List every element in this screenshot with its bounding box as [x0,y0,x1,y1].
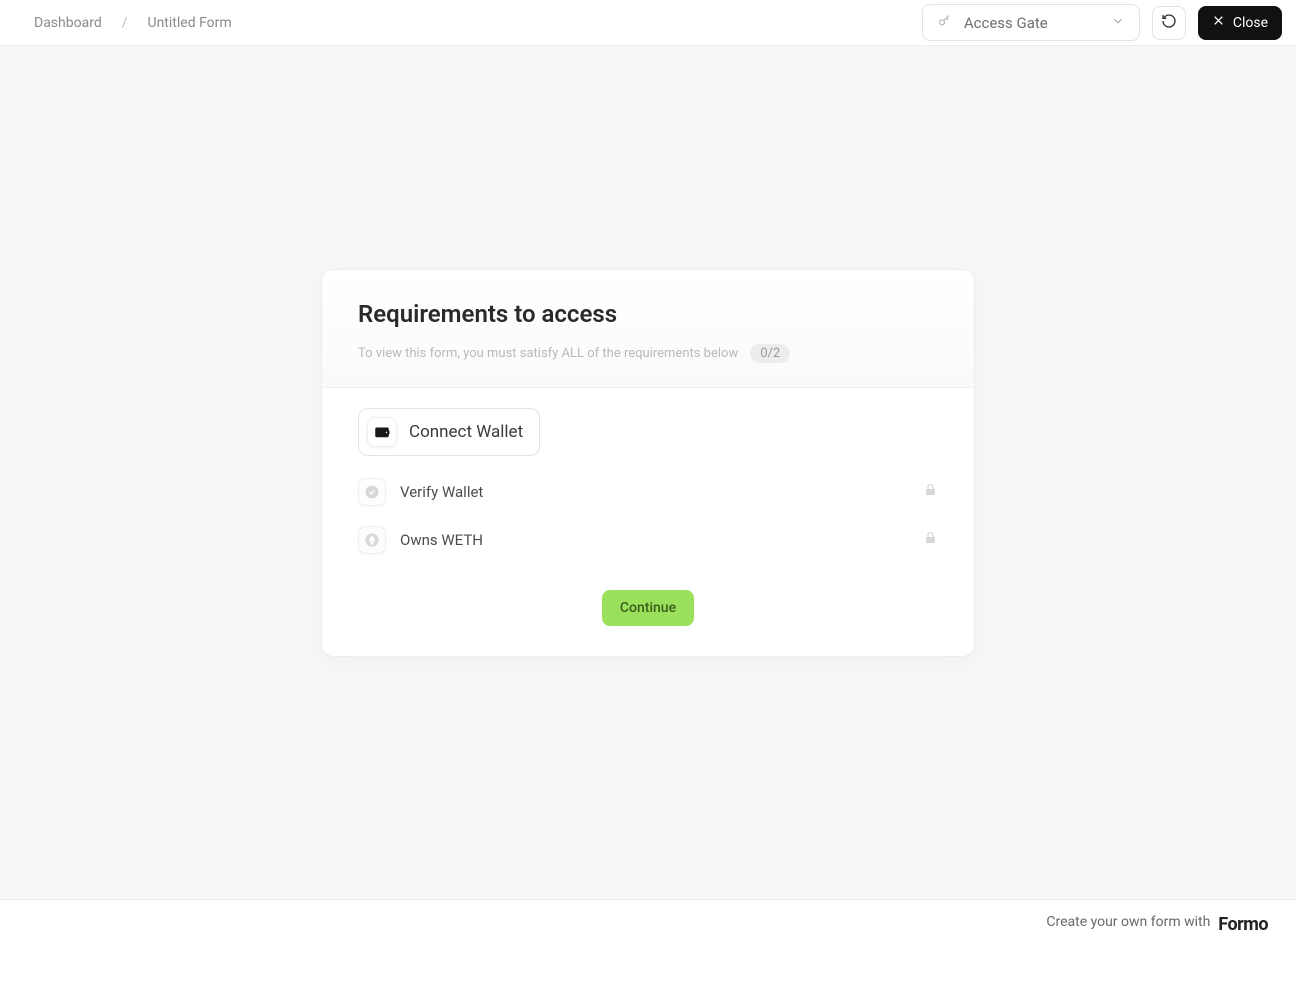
select-label: Access Gate [964,14,1099,32]
lock-icon [923,530,938,549]
refresh-button[interactable] [1152,6,1186,40]
key-icon [937,13,952,32]
breadcrumb-current: Untitled Form [148,15,232,31]
header-right: Access Gate Close [922,4,1282,41]
footer-text: Create your own form with [1046,914,1210,930]
wallet-icon [367,417,397,447]
eth-icon [358,526,386,554]
requirement-label: Verify Wallet [400,483,909,501]
footer-brand[interactable]: Formo [1218,914,1268,935]
connect-wallet-label: Connect Wallet [409,422,523,442]
progress-badge: 0/2 [750,344,790,363]
chevron-down-icon [1111,13,1125,32]
close-button[interactable]: Close [1198,6,1282,40]
card-title: Requirements to access [358,300,938,328]
close-label: Close [1233,15,1268,31]
footer: Create your own form with Formo [0,899,1296,981]
card-subtitle-row: To view this form, you must satisfy ALL … [358,344,938,363]
lock-icon [923,482,938,501]
requirement-row: Owns WETH [358,516,938,564]
close-icon [1212,14,1225,31]
main: Requirements to access To view this form… [0,46,1296,899]
breadcrumb-separator: / [122,15,128,31]
header: Dashboard / Untitled Form Access Gate Cl… [0,0,1296,46]
verify-icon [358,478,386,506]
requirement-label: Owns WETH [400,531,909,549]
continue-wrap: Continue [358,590,938,626]
card-subtitle: To view this form, you must satisfy ALL … [358,346,738,361]
breadcrumb-dashboard[interactable]: Dashboard [34,15,102,31]
connect-wallet-button[interactable]: Connect Wallet [358,408,540,456]
card-header: Requirements to access To view this form… [322,270,974,388]
breadcrumb: Dashboard / Untitled Form [34,15,232,31]
refresh-icon [1161,13,1177,33]
card-body: Connect Wallet Verify Wallet Owns WETH [322,388,974,656]
access-gate-select[interactable]: Access Gate [922,4,1140,41]
requirement-row: Verify Wallet [358,468,938,516]
access-card: Requirements to access To view this form… [321,269,975,657]
continue-button[interactable]: Continue [602,590,694,626]
